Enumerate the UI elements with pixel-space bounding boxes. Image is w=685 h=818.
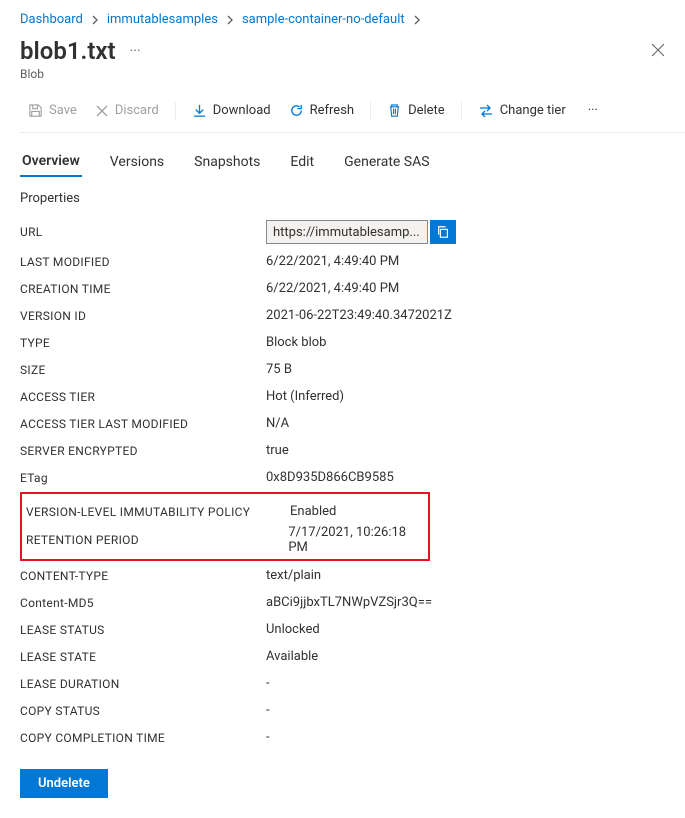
prop-label-lease-state: Lease State bbox=[20, 650, 266, 664]
prop-value-last-modified: 6/22/2021, 4:49:40 PM bbox=[266, 254, 399, 269]
breadcrumb-item-dashboard[interactable]: Dashboard bbox=[20, 12, 83, 27]
tab-generate-sas[interactable]: Generate SAS bbox=[342, 148, 431, 176]
highlighted-region: Version-level Immutability PolicyEnabled… bbox=[20, 492, 430, 561]
prop-value-copy-completion: - bbox=[266, 730, 270, 745]
prop-label-content-md5: Content-MD5 bbox=[20, 596, 266, 610]
prop-value-etag: 0x8D935D866CB9585 bbox=[266, 470, 394, 485]
prop-label-server-encrypted: Server Encrypted bbox=[20, 444, 266, 458]
url-input[interactable] bbox=[266, 220, 428, 244]
prop-value-vlip: Enabled bbox=[290, 504, 336, 519]
prop-label-lease-duration: Lease Duration bbox=[20, 677, 266, 691]
tab-snapshots[interactable]: Snapshots bbox=[192, 148, 262, 176]
tab-versions[interactable]: Versions bbox=[108, 148, 166, 176]
breadcrumb-item-storage[interactable]: immutablesamples bbox=[107, 12, 218, 27]
prop-label-content-type: Content-Type bbox=[20, 569, 266, 583]
prop-label-access-tier: Access Tier bbox=[20, 390, 266, 404]
prop-label-lease-status: Lease Status bbox=[20, 623, 266, 637]
close-button[interactable] bbox=[645, 37, 671, 63]
breadcrumb: Dashboard immutablesamples sample-contai… bbox=[20, 10, 685, 37]
prop-value-content-type: text/plain bbox=[266, 568, 321, 583]
undelete-button[interactable]: Undelete bbox=[20, 769, 108, 798]
page-subtitle: Blob bbox=[20, 67, 145, 81]
chevron-right-icon bbox=[226, 15, 234, 25]
prop-label-etag: ETag bbox=[20, 471, 266, 485]
more-horizontal-icon: ··· bbox=[588, 103, 598, 118]
download-button[interactable]: Download bbox=[184, 99, 279, 122]
chevron-right-icon bbox=[91, 15, 99, 25]
tab-overview[interactable]: Overview bbox=[20, 147, 82, 177]
prop-value-version-id: 2021-06-22T23:49:40.3472021Z bbox=[266, 308, 452, 323]
prop-label-vlip: Version-level Immutability Policy bbox=[26, 505, 290, 519]
prop-value-retention: 7/17/2021, 10:26:18 PM bbox=[288, 525, 428, 555]
prop-label-creation-time: Creation Time bbox=[20, 282, 266, 296]
copy-button[interactable] bbox=[430, 220, 456, 244]
properties-heading: Properties bbox=[20, 191, 685, 206]
copy-icon bbox=[436, 225, 450, 239]
toolbar: Save Discard Download Refresh Delete Cha… bbox=[20, 99, 685, 133]
prop-value-copy-status: - bbox=[266, 703, 270, 718]
prop-label-version-id: Version ID bbox=[20, 309, 266, 323]
prop-label-copy-status: Copy Status bbox=[20, 704, 266, 718]
prop-label-type: Type bbox=[20, 336, 266, 350]
prop-label-last-modified: Last Modified bbox=[20, 255, 266, 269]
prop-value-size: 75 B bbox=[266, 362, 292, 377]
refresh-button[interactable]: Refresh bbox=[281, 99, 362, 122]
prop-label-size: Size bbox=[20, 363, 266, 377]
chevron-right-icon bbox=[413, 15, 421, 25]
prop-value-lease-status: Unlocked bbox=[266, 622, 320, 637]
properties-list: URL Last Modified6/22/2021, 4:49:40 PM C… bbox=[20, 216, 685, 751]
prop-label-copy-completion: Copy Completion Time bbox=[20, 731, 266, 745]
prop-label-retention: Retention Period bbox=[26, 533, 288, 547]
prop-value-server-encrypted: true bbox=[266, 443, 289, 458]
page-title: blob1.txt bbox=[20, 37, 116, 65]
prop-value-type: Block blob bbox=[266, 335, 326, 350]
prop-value-lease-duration: - bbox=[266, 676, 270, 691]
more-icon[interactable]: ··· bbox=[126, 43, 145, 59]
prop-label-access-tier-lm: Access Tier Last Modified bbox=[20, 417, 266, 431]
prop-value-access-tier-lm: N/A bbox=[266, 416, 289, 431]
breadcrumb-item-container[interactable]: sample-container-no-default bbox=[242, 12, 405, 27]
save-button: Save bbox=[20, 99, 85, 122]
prop-value-access-tier: Hot (Inferred) bbox=[266, 389, 344, 404]
prop-value-creation-time: 6/22/2021, 4:49:40 PM bbox=[266, 281, 399, 296]
change-tier-button[interactable]: Change tier bbox=[470, 99, 574, 122]
tabs: Overview Versions Snapshots Edit Generat… bbox=[20, 147, 685, 177]
discard-button: Discard bbox=[87, 99, 167, 122]
tab-edit[interactable]: Edit bbox=[288, 148, 316, 176]
prop-label-url: URL bbox=[20, 225, 266, 239]
delete-button[interactable]: Delete bbox=[379, 99, 453, 122]
more-actions-button[interactable]: ··· bbox=[580, 99, 606, 122]
prop-value-content-md5: aBCi9jjbxTL7NWpVZSjr3Q== bbox=[266, 595, 432, 610]
prop-value-lease-state: Available bbox=[266, 649, 318, 664]
